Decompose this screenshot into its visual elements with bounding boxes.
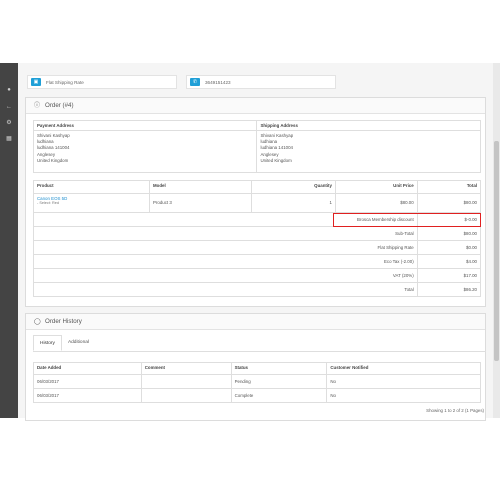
product-cell: Canon EOS 5D - Select: Red bbox=[33, 193, 150, 213]
tab-history[interactable]: History bbox=[33, 335, 62, 351]
payment-address-line: United Kingdom bbox=[37, 157, 69, 163]
model-cell: Product 3 bbox=[148, 193, 253, 213]
tab-divider bbox=[33, 351, 486, 352]
share-icon[interactable]: ← bbox=[5, 103, 13, 111]
product-column-header: Product bbox=[33, 180, 150, 194]
products-table: Product Model Quantity Unit Price Total … bbox=[33, 180, 482, 297]
total-cell: $80.00 bbox=[416, 193, 482, 213]
address-table: Payment Address Shipping Address Shivani… bbox=[32, 120, 481, 173]
total-label: VAT (20%) bbox=[33, 268, 418, 283]
total-column-header: Total bbox=[416, 180, 482, 194]
unit-price-cell: $80.00 bbox=[334, 193, 418, 213]
shipping-method-text: Flat Shipping Rate bbox=[46, 79, 84, 85]
order-panel-heading: ⓘ Order (#4) bbox=[26, 98, 485, 114]
history-table: Date Added Comment Status Customer Notif… bbox=[33, 362, 481, 403]
comment-icon: ◯ bbox=[34, 318, 41, 325]
bar-chart-icon[interactable]: ▦ bbox=[5, 135, 13, 143]
total-value: $4.00 bbox=[416, 254, 482, 269]
payment-address-header: Payment Address bbox=[32, 120, 258, 131]
product-option: - Select: Red bbox=[37, 201, 59, 205]
shipping-address-header: Shipping Address bbox=[256, 120, 481, 131]
status-cell: Complete bbox=[230, 388, 328, 403]
order-title: Order (#4) bbox=[45, 102, 74, 109]
table-row: 06/03/2017 Pending No bbox=[33, 374, 481, 389]
left-sidebar: ● ← ⚙ ▦ bbox=[0, 63, 18, 418]
customer-notified-cell: No bbox=[326, 374, 481, 389]
info-icon: ⓘ bbox=[34, 102, 41, 109]
status-column-header: Status bbox=[230, 362, 328, 375]
total-value: $86.20 bbox=[416, 282, 482, 297]
total-value: $80.00 bbox=[416, 226, 482, 241]
comment-column-header: Comment bbox=[140, 362, 232, 375]
total-label: Total bbox=[33, 282, 418, 297]
date-added-cell: 06/03/2017 bbox=[33, 388, 142, 403]
payment-address: Shivani Kashyap ludhiana ludhiana 141004… bbox=[32, 130, 258, 173]
unit-price-column-header: Unit Price bbox=[334, 180, 418, 194]
discount-highlight-box bbox=[333, 213, 481, 227]
model-column-header: Model bbox=[148, 180, 253, 194]
comment-cell bbox=[140, 374, 232, 389]
date-added-cell: 06/03/2017 bbox=[33, 374, 142, 389]
total-label: Eco Tax (-2.00) bbox=[33, 254, 418, 269]
telephone-text: 3649151423 bbox=[205, 79, 231, 85]
total-row: Sub-Total $80.00 bbox=[33, 226, 482, 241]
shipping-address: Shivani Kashyap ludhiana ludhiana 141004… bbox=[256, 130, 481, 173]
order-history-heading: ◯ Order History bbox=[26, 314, 485, 330]
tab-additional[interactable]: Additional bbox=[62, 335, 95, 351]
total-row: Eco Tax (-2.00) $4.00 bbox=[33, 254, 482, 269]
scrollbar-thumb[interactable] bbox=[494, 141, 499, 361]
total-label: Flat Shipping Rate bbox=[33, 240, 418, 255]
date-added-column-header: Date Added bbox=[33, 362, 142, 375]
quantity-column-header: Quantity bbox=[251, 180, 336, 194]
comment-cell bbox=[140, 388, 232, 403]
user-icon[interactable]: ● bbox=[5, 86, 13, 94]
pagination-results-text: Showing 1 to 2 of 2 (1 Pages) bbox=[426, 408, 484, 413]
total-value: $0.00 bbox=[416, 240, 482, 255]
customer-notified-cell: No bbox=[326, 388, 481, 403]
history-tabs: History Additional bbox=[33, 335, 95, 351]
total-row: Flat Shipping Rate $0.00 bbox=[33, 240, 482, 255]
telephone-card: ✆ 3649151423 bbox=[186, 75, 336, 89]
table-row: 06/03/2017 Complete No bbox=[33, 388, 481, 403]
phone-icon: ✆ bbox=[190, 78, 200, 86]
total-row: Total $86.20 bbox=[33, 282, 482, 297]
shipping-address-line: United Kingdom bbox=[260, 157, 292, 163]
total-label: Sub-Total bbox=[33, 226, 418, 241]
total-value: $17.00 bbox=[416, 268, 482, 283]
scrollbar[interactable] bbox=[493, 63, 500, 418]
order-history-title: Order History bbox=[45, 318, 82, 325]
status-cell: Pending bbox=[230, 374, 328, 389]
customer-notified-column-header: Customer Notified bbox=[326, 362, 481, 375]
shipping-method-card: ▣ Flat Shipping Rate bbox=[27, 75, 177, 89]
quantity-cell: 1 bbox=[251, 193, 336, 213]
gear-icon[interactable]: ⚙ bbox=[5, 119, 13, 127]
total-row: VAT (20%) $17.00 bbox=[33, 268, 482, 283]
table-row: Canon EOS 5D - Select: Red Product 3 1 $… bbox=[33, 193, 482, 213]
truck-icon: ▣ bbox=[31, 78, 41, 86]
